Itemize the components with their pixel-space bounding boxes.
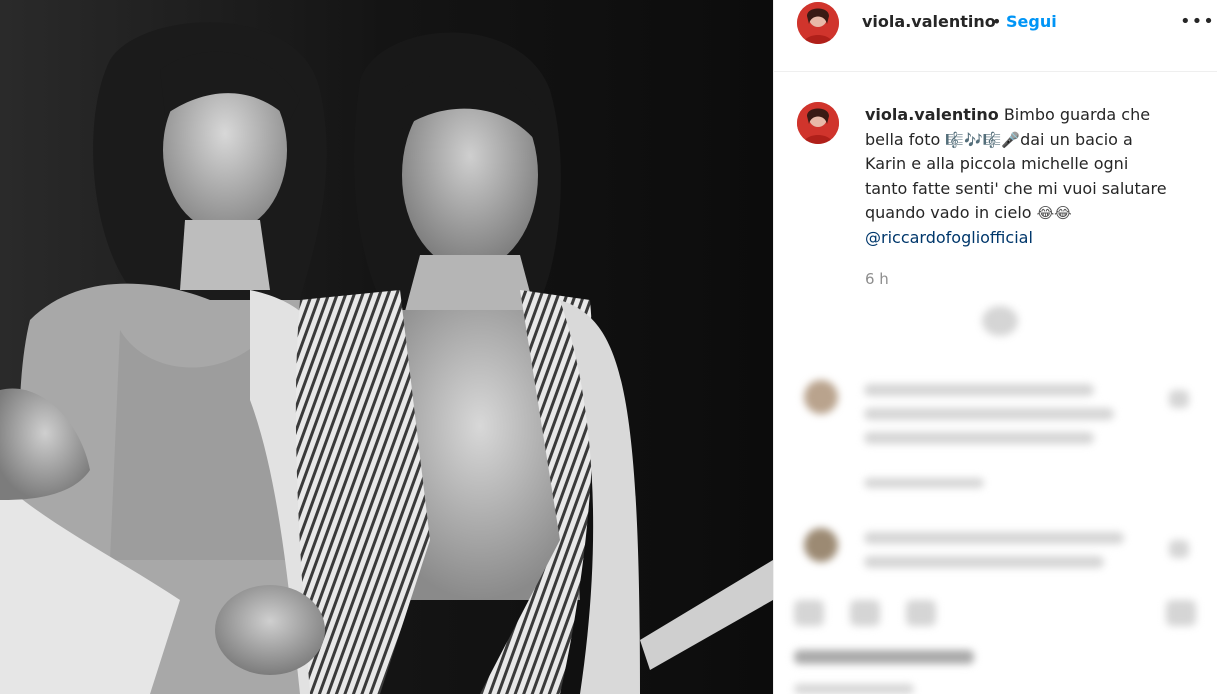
caption-line-5: quando vado in cielo [865, 203, 1037, 222]
post-header: viola.valentino • Segui ••• [774, 0, 1217, 72]
music-emojis: 🎼🎶🎼🎤 [945, 130, 1021, 149]
avatar[interactable] [797, 2, 839, 44]
post-side-panel: viola.valentino • Segui ••• viola.valent… [773, 0, 1217, 694]
post-photo[interactable] [0, 0, 773, 694]
follow-button[interactable]: Segui [1006, 12, 1057, 32]
caption-avatar[interactable] [797, 102, 839, 144]
post-author-username[interactable]: viola.valentino [862, 12, 996, 32]
caption-line-1: Bimbo guarda che [998, 105, 1151, 124]
separator-dot: • [992, 12, 1002, 31]
caption-line-2b: dai un bacio a [1020, 129, 1133, 149]
laughing-emojis: 😂😂 [1036, 204, 1072, 222]
more-options-icon[interactable]: ••• [1180, 8, 1214, 36]
mention-link[interactable]: @riccardofogliofficial [865, 226, 1185, 251]
blurred-comments-area [774, 300, 1217, 694]
caption-line-3: Karin e alla piccola michelle ogni [865, 154, 1129, 173]
caption-line-4: tanto fatte senti' che mi vuoi salutare [865, 178, 1167, 198]
post-photo-illustration [0, 0, 773, 694]
post-caption: viola.valentino Bimbo guarda che bella f… [865, 103, 1185, 250]
post-timestamp: 6 h [865, 270, 889, 288]
caption-line-2a: bella foto [865, 129, 946, 149]
caption-username[interactable]: viola.valentino [865, 105, 999, 124]
